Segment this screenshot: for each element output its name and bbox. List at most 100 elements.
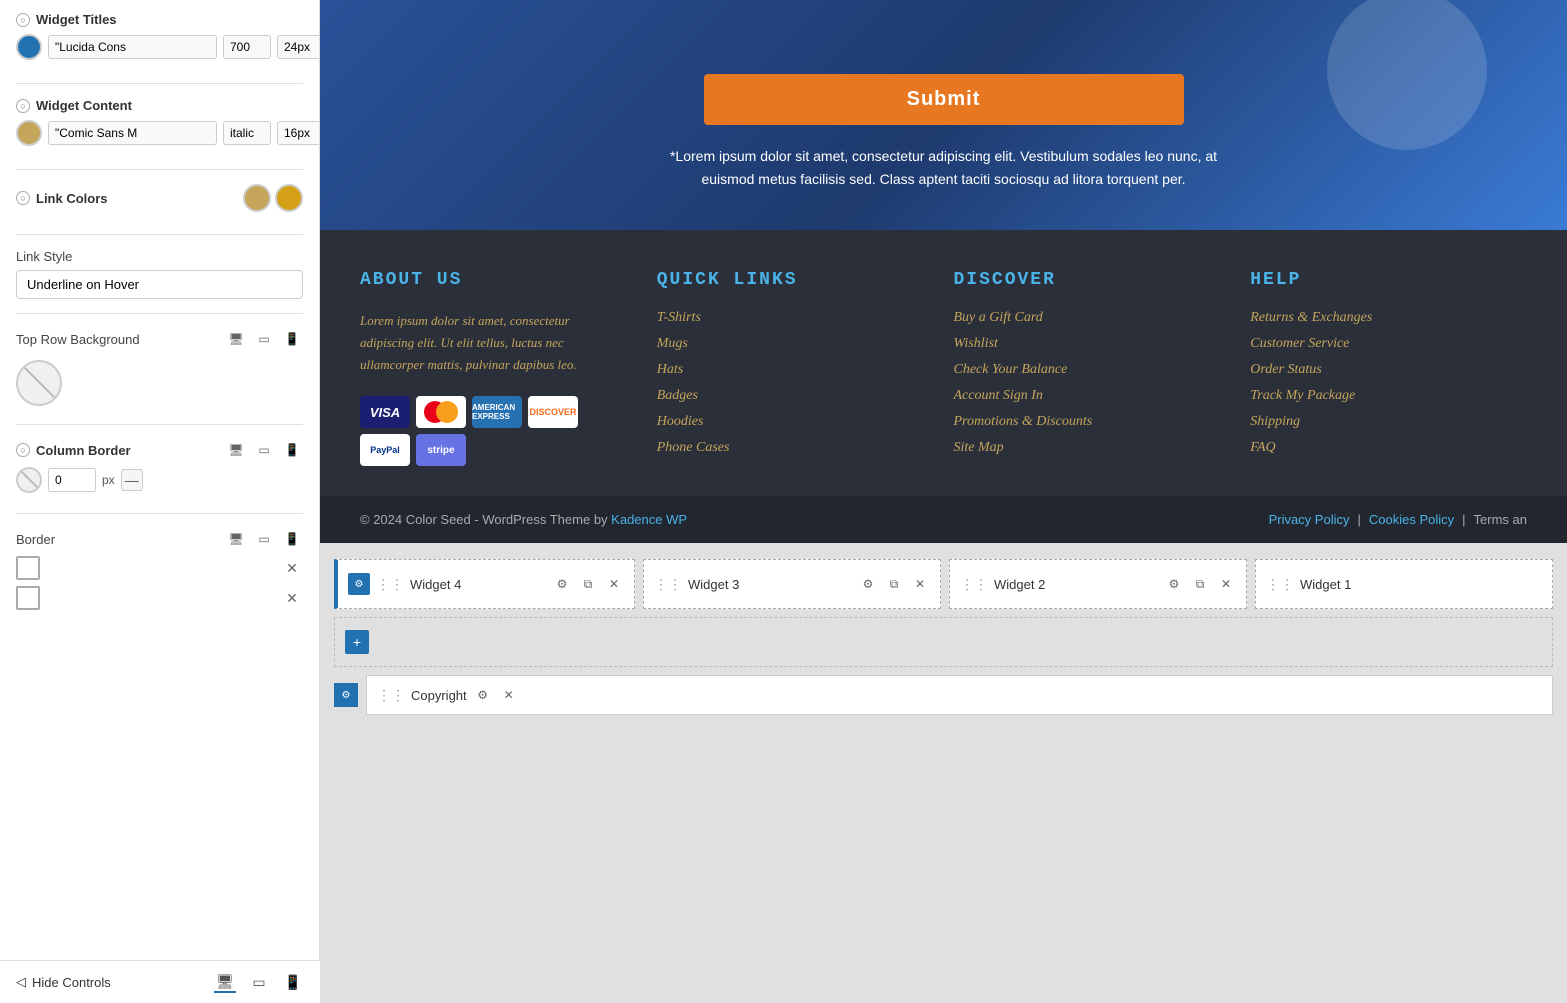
widget-box-4: ⚙ ⋮⋮ Widget 4 ⚙ ⧉ ✕ [334,559,635,609]
bottom-mobile-icon[interactable]: 📱 [282,971,304,993]
column-border-mobile-icon[interactable]: 📱 [281,439,303,461]
footer-link-orderstatus[interactable]: Order Status [1250,362,1507,378]
widget-content-label: Widget Content [36,98,132,113]
kadence-wp-link[interactable]: Kadence WP [611,512,687,527]
widget-titles-label: Widget Titles [36,12,117,27]
widget-box-2: ⋮⋮ Widget 2 ⚙ ⧉ ✕ [949,559,1247,609]
border-square-2[interactable] [16,586,40,610]
copyright-widget-label: Copyright [411,688,467,703]
column-border-minus[interactable]: — [121,469,143,491]
widget-3-drag-handle[interactable]: ⋮⋮ [654,576,682,593]
widget-4-expand[interactable]: ⧉ [578,574,598,594]
footer-link-promotions[interactable]: Promotions & Discounts [954,414,1211,430]
widget-titles-toggle[interactable]: ○ [16,13,30,27]
widget-row-1: ⚙ ⋮⋮ Widget 4 ⚙ ⧉ ✕ ⋮⋮ Widget 3 ⚙ ⧉ ✕ ⋮⋮… [320,559,1567,609]
widget-4-settings[interactable]: ⚙ [552,574,572,594]
copyright-widget-add-btn[interactable]: ⚙ [334,683,358,707]
copyright-widget-row: ⚙ ⋮⋮ Copyright ⚙ ✕ [320,675,1567,715]
footer-link-wishlist[interactable]: Wishlist [954,336,1211,352]
copyright-links: Privacy Policy | Cookies Policy | Terms … [1269,512,1527,527]
column-border-desktop-icon[interactable]: 🖥 [225,439,247,461]
top-row-bg-mobile-icon[interactable]: 📱 [281,328,303,350]
widget-4-drag-handle[interactable]: ⋮⋮ [376,576,404,593]
link-style-select[interactable]: Underline on Hover Underline None [16,270,303,299]
privacy-policy-link[interactable]: Privacy Policy [1269,512,1350,527]
footer-link-signin[interactable]: Account Sign In [954,388,1211,404]
bottom-desktop-icon[interactable]: 🖥 [214,971,236,993]
column-border-toggle[interactable]: ○ [16,443,30,457]
top-row-bg-tablet-icon[interactable]: ▭ [253,328,275,350]
widget-3-expand[interactable]: ⧉ [884,574,904,594]
payment-stripe: stripe [416,434,466,466]
border-close-1[interactable]: ✕ [281,557,303,579]
copyright-close[interactable]: ✕ [499,685,519,705]
footer-link-hats[interactable]: Hats [657,362,914,378]
footer-link-trackpackage[interactable]: Track My Package [1250,388,1507,404]
footer-link-giftcard[interactable]: Buy a Gift Card [954,310,1211,326]
submit-button[interactable]: Submit [704,74,1184,125]
widget-content-section: ○ Widget Content ▼ [16,98,303,155]
column-border-value[interactable] [48,468,96,492]
footer-link-faq[interactable]: FAQ [1250,440,1507,456]
payment-paypal: PayPal [360,434,410,466]
footer-link-shipping[interactable]: Shipping [1250,414,1507,430]
copyright-text: © 2024 Color Seed - WordPress Theme by K… [360,512,687,527]
widget-2-close[interactable]: ✕ [1216,574,1236,594]
hide-controls-button[interactable]: ◁ Hide Controls [16,974,111,990]
bottom-tablet-icon[interactable]: ▭ [248,971,270,993]
footer-link-customerservice[interactable]: Customer Service [1250,336,1507,352]
link-colors-toggle[interactable]: ○ [16,191,30,205]
border-close-2[interactable]: ✕ [281,587,303,609]
hero-decoration [1327,0,1487,150]
widget-2-drag-handle[interactable]: ⋮⋮ [960,576,988,593]
widget-content-toggle[interactable]: ○ [16,99,30,113]
hide-controls-label: Hide Controls [32,975,111,990]
widget-content-style-input[interactable] [223,121,271,145]
footer-link-hoodies[interactable]: Hoodies [657,414,914,430]
widget-3-settings[interactable]: ⚙ [858,574,878,594]
top-row-bg-color[interactable] [16,360,62,406]
copyright-drag-handle[interactable]: ⋮⋮ [377,687,405,704]
border-desktop-icon[interactable]: 🖥 [225,528,247,550]
footer-link-balance[interactable]: Check Your Balance [954,362,1211,378]
column-border-tablet-icon[interactable]: ▭ [253,439,275,461]
widget-titles-font-input[interactable] [48,35,217,59]
footer-quick-links-col: QUICK LINKS T-Shirts Mugs Hats Badges Ho… [637,270,934,466]
top-row-bg-desktop-icon[interactable]: 🖥 [225,328,247,350]
copyright-settings[interactable]: ⚙ [473,685,493,705]
widget-titles-weight-input[interactable] [223,35,271,59]
terms-link[interactable]: Terms an [1474,512,1527,527]
footer-link-returns[interactable]: Returns & Exchanges [1250,310,1507,326]
footer-link-tshirts[interactable]: T-Shirts [657,310,914,326]
column-border-color[interactable] [16,467,42,493]
link-color-1[interactable] [243,184,271,212]
footer-link-sitemap[interactable]: Site Map [954,440,1211,456]
top-row-bg-section: Top Row Background 🖥 ▭ 📱 [16,328,303,410]
widget-content-font-input[interactable] [48,121,217,145]
widget-3-close[interactable]: ✕ [910,574,930,594]
widget-2-settings[interactable]: ⚙ [1164,574,1184,594]
border-tablet-icon[interactable]: ▭ [253,528,275,550]
border-square-1[interactable] [16,556,40,580]
footer-section: ABOUT US Lorem ipsum dolor sit amet, con… [320,230,1567,496]
payment-mc [416,396,466,428]
widget-4-gear-icon[interactable]: ⚙ [348,573,370,595]
link-color-2[interactable] [275,184,303,212]
widget-4-close[interactable]: ✕ [604,574,624,594]
widget-titles-size-input[interactable] [277,35,320,59]
footer-link-mugs[interactable]: Mugs [657,336,914,352]
widget-content-font-row: ▼ [16,119,303,147]
payment-discover: DISCOVER [528,396,578,428]
widget-builder: ⚙ ⋮⋮ Widget 4 ⚙ ⧉ ✕ ⋮⋮ Widget 3 ⚙ ⧉ ✕ ⋮⋮… [320,543,1567,1003]
footer-link-badges[interactable]: Badges [657,388,914,404]
widget-content-color[interactable] [16,120,42,146]
widget-titles-color[interactable] [16,34,42,60]
footer-link-phonecases[interactable]: Phone Cases [657,440,914,456]
bottom-device-icons: 🖥 ▭ 📱 [214,971,304,993]
widget-1-drag-handle[interactable]: ⋮⋮ [1266,576,1294,593]
cookies-policy-link[interactable]: Cookies Policy [1369,512,1454,527]
border-mobile-icon[interactable]: 📱 [281,528,303,550]
widget-2-expand[interactable]: ⧉ [1190,574,1210,594]
widget-content-size-input[interactable] [277,121,320,145]
widget-add-row-btn[interactable]: + [345,630,369,654]
